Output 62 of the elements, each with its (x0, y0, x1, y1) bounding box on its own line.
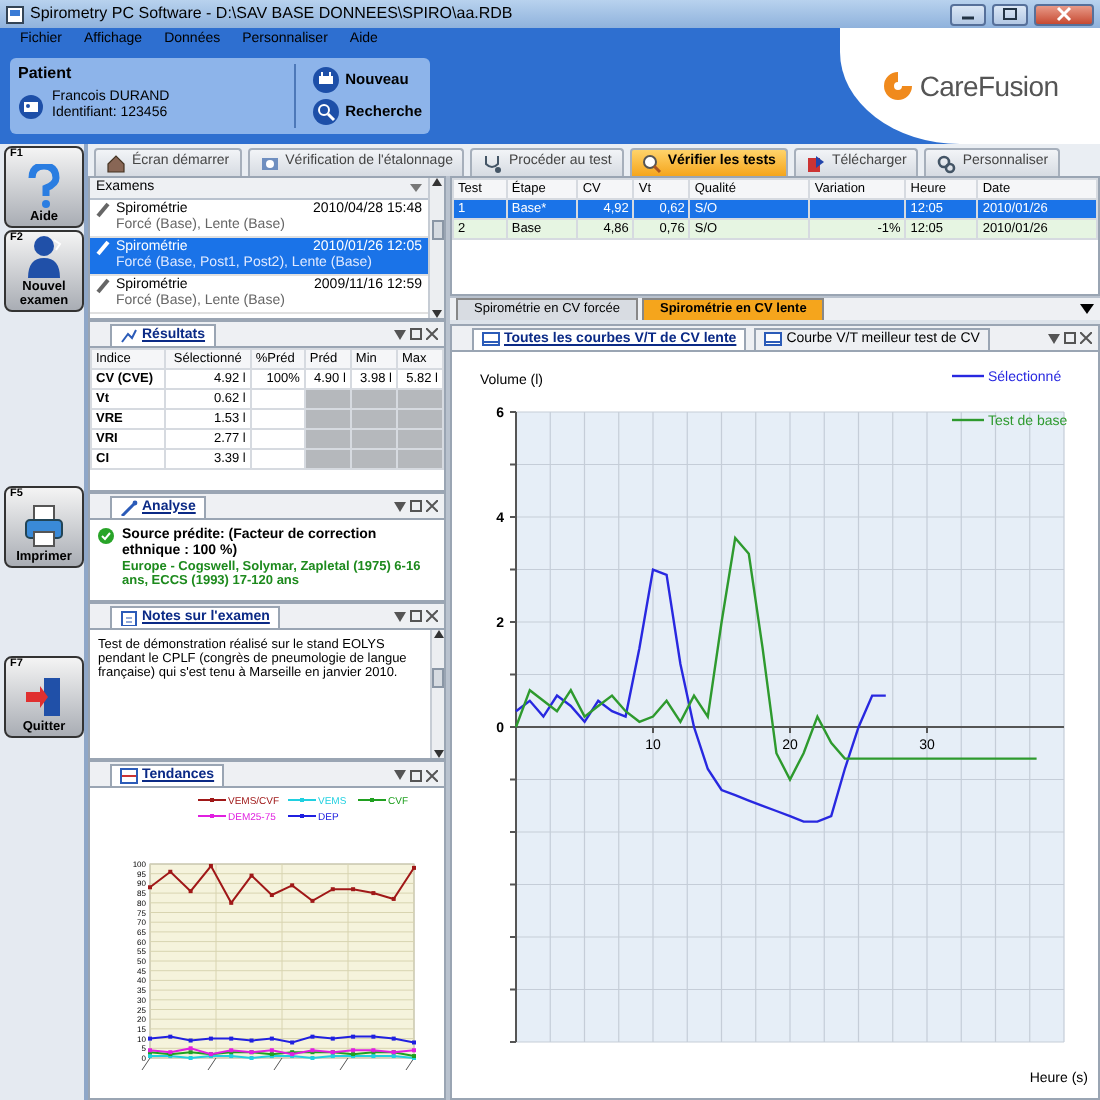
gauge-icon (259, 153, 280, 173)
tube-icon (96, 202, 110, 218)
magic-wand-icon (120, 499, 138, 516)
dropdown-icon[interactable] (394, 770, 406, 781)
dropdown-icon[interactable] (394, 329, 406, 340)
person-icon (24, 234, 64, 280)
stethoscope-icon (482, 153, 503, 173)
minimize-button[interactable] (950, 3, 986, 25)
notepad-icon (120, 609, 138, 626)
legend-marker-icon (197, 814, 227, 819)
dropdown-icon[interactable] (1048, 333, 1060, 344)
maximize-icon[interactable] (1064, 332, 1076, 345)
legend-marker-icon (287, 814, 317, 819)
chart-icon (120, 327, 138, 344)
app-icon (6, 5, 24, 23)
patient-heading: Patient (18, 64, 74, 83)
maximize-icon[interactable] (410, 328, 422, 341)
arrow-up-icon (433, 629, 443, 638)
monitor-icon (482, 331, 500, 348)
patient-card-icon (18, 93, 44, 120)
maximize-icon[interactable] (410, 500, 422, 513)
legend-marker-icon (287, 798, 317, 803)
legend-line (952, 374, 984, 377)
maximize-button[interactable] (992, 3, 1028, 25)
maximize-icon[interactable] (410, 769, 422, 782)
close-button[interactable] (1034, 3, 1094, 25)
logo-mark-icon (881, 70, 914, 102)
scrollbar[interactable] (428, 178, 444, 318)
legend-line (952, 418, 984, 421)
check-circle-icon (98, 527, 114, 544)
close-icon[interactable] (426, 500, 438, 513)
close-icon[interactable] (426, 610, 438, 623)
download-icon (805, 153, 826, 173)
gears-icon (936, 153, 957, 173)
logo-text: CareFusion (919, 69, 1059, 103)
monitor-icon (764, 331, 783, 348)
dropdown-icon[interactable] (394, 501, 406, 512)
scroll-thumb-icon (431, 220, 443, 241)
close-icon[interactable] (426, 328, 438, 341)
add-patient-icon (311, 66, 340, 94)
legend-marker-icon (197, 798, 227, 803)
trend-icon (120, 768, 138, 785)
close-icon[interactable] (426, 769, 438, 782)
arrow-down-icon (432, 309, 442, 318)
dropdown-icon[interactable] (1080, 303, 1094, 314)
scrollbar[interactable] (430, 629, 444, 759)
exit-door-icon (24, 673, 64, 719)
search-icon (311, 98, 340, 126)
printer-icon (24, 503, 64, 549)
maximize-icon (998, 6, 1022, 22)
close-icon[interactable] (1080, 332, 1092, 345)
dropdown-icon[interactable] (394, 611, 406, 622)
scroll-thumb-icon (432, 668, 444, 689)
arrow-down-icon (433, 750, 443, 759)
tube-icon (96, 278, 110, 294)
maximize-icon[interactable] (410, 610, 422, 623)
close-icon (1052, 6, 1076, 22)
window-title: Spirometry PC Software - D:\SAV BASE DONNEES\SPIRO\aa.RDB (30, 4, 515, 24)
arrow-up-icon (432, 178, 442, 186)
tube-icon (96, 240, 110, 256)
legend-marker-icon (357, 798, 387, 803)
question-mark-icon (24, 163, 64, 209)
